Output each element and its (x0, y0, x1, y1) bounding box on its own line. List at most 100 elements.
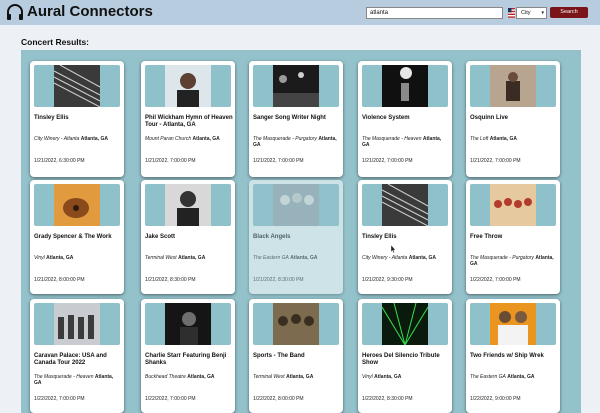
concert-image (34, 184, 120, 226)
concert-date: 1/21/2022, 7:00:00 PM (253, 158, 304, 164)
concert-image (253, 184, 339, 226)
concert-date: 1/21/2022, 6:30:00 PM (34, 158, 85, 164)
concert-image (145, 65, 231, 107)
venue-name: Buckhead Theatre (145, 374, 186, 380)
venue-name: Vinyl (34, 255, 45, 261)
concert-date: 1/22/2022, 8:00:00 PM (253, 396, 304, 402)
venue-name: The Eastern GA (470, 374, 506, 380)
two-friends-image (490, 303, 536, 345)
concert-title: Phil Wickham Hymn of Heaven Tour - Atlan… (145, 115, 233, 128)
concert-image (362, 303, 448, 345)
venue-location: Atlanta, GA (489, 136, 517, 142)
chevron-down-icon: ▾ (541, 10, 544, 16)
concert-image (145, 184, 231, 226)
concert-card[interactable]: Charlie Starr Featuring Benji Shanks Buck… (141, 299, 235, 413)
concert-date: 1/22/2022, 8:30:00 PM (362, 396, 413, 402)
concert-card[interactable]: Sports - The Band Terminal West Atlanta, … (249, 299, 343, 413)
guitar-strings-image (54, 65, 100, 107)
concert-card[interactable]: Phil Wickham Hymn of Heaven Tour - Atlan… (141, 61, 235, 177)
concert-venue: Mount Paran Church Atlanta, GA (145, 136, 233, 142)
concert-card[interactable]: Black Angels The Eastern GA Atlanta, GA 1/… (249, 180, 343, 294)
green-lasers-image (382, 303, 428, 345)
guitar-strings-image (382, 184, 428, 226)
mouse-pointer-icon (390, 245, 396, 253)
concert-card[interactable]: Two Friends w/ Ship Wrek The Eastern GA A… (466, 299, 560, 413)
venue-name: City Winery - Atlanta (362, 255, 408, 261)
dark-portrait-image (165, 303, 211, 345)
concert-venue: Vinyl Atlanta, GA (362, 374, 450, 380)
concert-venue: The Masquerade - Purgatory Atlanta, GA (470, 255, 558, 267)
concert-venue: The Masquerade - Purgatory Atlanta, GA (253, 136, 341, 148)
concert-title: Charlie Starr Featuring Benji Shanks (145, 353, 227, 366)
concert-image (362, 65, 448, 107)
concert-card[interactable]: Tinsley Ellis City Winery - Atlanta Atlan… (358, 180, 452, 294)
search-input[interactable]: atlanta (366, 7, 503, 19)
concert-image (362, 184, 448, 226)
venue-name: Terminal West (253, 374, 285, 380)
concert-card[interactable]: Violence System The Masquerade - Heaven A… (358, 61, 452, 177)
venue-location: Atlanta, GA (187, 374, 215, 380)
concert-card[interactable]: Grady Spencer & The Work Vinyl Atlanta, G… (30, 180, 124, 294)
concert-title: Free Throw (470, 234, 503, 240)
venue-name: Mount Paran Church (145, 136, 192, 142)
concert-date: 1/21/2022, 7:00:00 PM (362, 158, 413, 164)
filter-select[interactable]: City ▾ (516, 7, 547, 19)
concert-title: Sports - The Band (253, 353, 305, 359)
concert-card[interactable]: Heroes Del Silencio Tribute Show Vinyl At… (358, 299, 452, 413)
venue-name: Vinyl (362, 374, 373, 380)
venue-location: Atlanta, GA (408, 255, 436, 261)
concert-date: 1/21/2022, 7:00:00 PM (470, 158, 521, 164)
venue-name: The Masquerade - Heaven (362, 136, 422, 142)
band-photo-image (273, 184, 319, 226)
concert-venue: The Masquerade - Heaven Atlanta, GA (362, 136, 450, 148)
concert-image (34, 303, 120, 345)
concert-venue: Terminal West Atlanta, GA (145, 255, 233, 261)
concert-card[interactable]: Tinsley Ellis City Winery - Atlanta Atlan… (30, 61, 124, 177)
concert-card[interactable]: Osquinn Live The Loft Atlanta, GA 1/21/202… (466, 61, 560, 177)
venue-location: Atlanta, GA (374, 374, 402, 380)
artist-room-image (490, 65, 536, 107)
venue-name: The Masquerade - Heaven (34, 374, 94, 380)
concert-title: Sanger Song Writer Night (253, 115, 326, 121)
man-bw-image (165, 184, 211, 226)
concert-venue: Vinyl Atlanta, GA (34, 255, 122, 261)
search-button[interactable]: Search (550, 7, 588, 18)
concert-date: 1/21/2022, 8:30:00 PM (145, 277, 196, 283)
concert-image (470, 303, 556, 345)
band-group-image (490, 184, 536, 226)
venue-location: Atlanta, GA (192, 136, 220, 142)
concert-title: Black Angels (253, 234, 291, 240)
concert-venue: City Winery - Atlanta Atlanta, GA (362, 255, 450, 261)
concert-title: Tinsley Ellis (34, 115, 69, 121)
concert-title: Heroes Del Silencio Tribute Show (362, 353, 440, 366)
venue-name: The Masquerade - Purgatory (253, 136, 317, 142)
us-flag-icon (508, 8, 515, 18)
concert-venue: The Loft Atlanta, GA (470, 136, 558, 142)
venue-location: Atlanta, GA (178, 255, 206, 261)
brand-title[interactable]: Aural Connectors (27, 3, 153, 20)
venue-location: Atlanta, GA (80, 136, 108, 142)
concert-card[interactable]: Free Throw The Masquerade - Purgatory Atl… (466, 180, 560, 294)
concert-card[interactable]: Sanger Song Writer Night The Masquerade -… (249, 61, 343, 177)
venue-location: Atlanta, GA (46, 255, 74, 261)
band-outdoors-image (273, 303, 319, 345)
concert-title: Tinsley Ellis (362, 234, 397, 240)
concert-title: Two Friends w/ Ship Wrek (470, 353, 544, 359)
top-bar: Aural Connectors atlanta City ▾ Search (0, 0, 600, 25)
concert-image (470, 65, 556, 107)
concert-crowd-image (273, 65, 319, 107)
venue-location: Atlanta, GA (507, 374, 535, 380)
concert-image (470, 184, 556, 226)
filter-select-value: City (521, 10, 531, 16)
headphones-logo-icon[interactable] (5, 3, 25, 23)
venue-name: Terminal West (145, 255, 177, 261)
results-heading: Concert Results: (21, 37, 90, 47)
concert-card[interactable]: Caravan Palace: USA and Canada Tour 2022… (30, 299, 124, 413)
band-wall-image (54, 303, 100, 345)
man-portrait-image (165, 65, 211, 107)
concert-title: Caravan Palace: USA and Canada Tour 2022 (34, 353, 107, 366)
concert-card[interactable]: Jake Scott Terminal West Atlanta, GA 1/21/… (141, 180, 235, 294)
concert-date: 1/21/2022, 8:30:00 PM (253, 277, 304, 283)
concert-venue: City Winery - Atlanta Atlanta, GA (34, 136, 122, 142)
concert-image (34, 65, 120, 107)
